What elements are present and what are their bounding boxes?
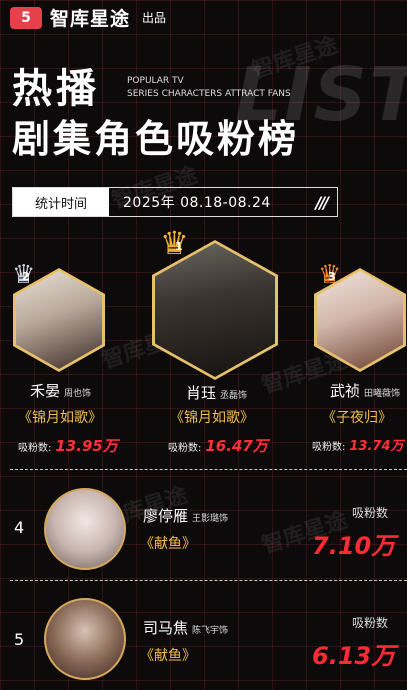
fans-label: 吸粉数: (312, 442, 346, 453)
character-name: 司马焦 (143, 619, 189, 637)
podium-name-row: 禾晏 周也饰 (30, 380, 91, 401)
stat-period-bar: 统计时间 2025年 08.18-08.24 /// (12, 187, 338, 217)
page-title: 剧集角色吸粉榜 (12, 117, 300, 161)
list-name-row: 司马焦 陈飞宇饰 (143, 617, 228, 638)
stat-date: 2025年 08.18-08.24 (123, 195, 271, 211)
fans-label: 吸粉数 (352, 616, 389, 630)
character-name: 廖停雁 (143, 507, 189, 525)
fans-value: 6.13万 (312, 642, 396, 670)
avatar (44, 488, 126, 570)
brand-sub: 出品 (142, 11, 167, 25)
divider (10, 469, 407, 470)
character-name: 武祯 (330, 382, 361, 400)
fans-value: 7.10万 (312, 532, 396, 560)
fans-label: 吸粉数: (168, 443, 202, 454)
drama-title: 《锦月如歌》 (170, 410, 254, 426)
list-name-row: 廖停雁 王影璐饰 (143, 505, 228, 526)
rank-badge: 2 (22, 270, 30, 283)
drama-title: 《献鱼》 (140, 536, 196, 552)
fans-label: 吸粉数: (18, 443, 52, 454)
actor-name: 陈飞宇饰 (192, 626, 229, 636)
rank-number: 5 (14, 630, 25, 649)
fans-row: 吸粉数: 16.47万 (168, 435, 268, 456)
character-name: 禾晏 (30, 382, 61, 400)
fans-row: 吸粉数: 13.95万 (18, 435, 118, 456)
brand-name: 智库星途 (50, 8, 131, 30)
rank-badge: 3 (328, 270, 336, 283)
podium-name-row: 肖珏 丞磊饰 (186, 382, 247, 403)
actor-name: 周也饰 (64, 389, 92, 399)
avatar (16, 271, 102, 369)
fans-value: 13.74万 (349, 439, 404, 454)
avatar (317, 271, 403, 369)
brand-logo: 5 (10, 6, 42, 29)
fans-label: 吸粉数 (352, 506, 389, 520)
fans-value: 13.95万 (55, 437, 118, 455)
fans-row: 吸粉数: 13.74万 (312, 435, 404, 454)
podium-name-row: 武祯 田曦薇饰 (330, 380, 400, 401)
drama-title: 《献鱼》 (140, 648, 196, 664)
actor-name: 王影璐饰 (192, 514, 229, 524)
actor-name: 田曦薇饰 (364, 389, 401, 399)
drama-title: 《子夜归》 (322, 410, 392, 426)
english-line-2: SERIES CHARACTERS ATTRACT FANS (127, 89, 291, 99)
drama-title: 《锦月如歌》 (18, 410, 102, 426)
header-hot: 热播 (12, 66, 100, 112)
rank-badge: 1 (175, 240, 183, 253)
divider (10, 580, 407, 581)
rank-number: 4 (14, 518, 25, 537)
actor-name: 丞磊饰 (220, 391, 248, 401)
stat-label: 统计时间 (13, 188, 109, 216)
fans-value: 16.47万 (205, 437, 268, 455)
avatar (44, 598, 126, 680)
character-name: 肖珏 (186, 384, 217, 402)
brand-header: 5 智库星途 出品 (10, 4, 166, 31)
header-english: POPULAR TV SERIES CHARACTERS ATTRACT FAN… (127, 75, 291, 101)
slash-decoration: /// (315, 192, 328, 212)
english-line-1: POPULAR TV (127, 76, 184, 86)
